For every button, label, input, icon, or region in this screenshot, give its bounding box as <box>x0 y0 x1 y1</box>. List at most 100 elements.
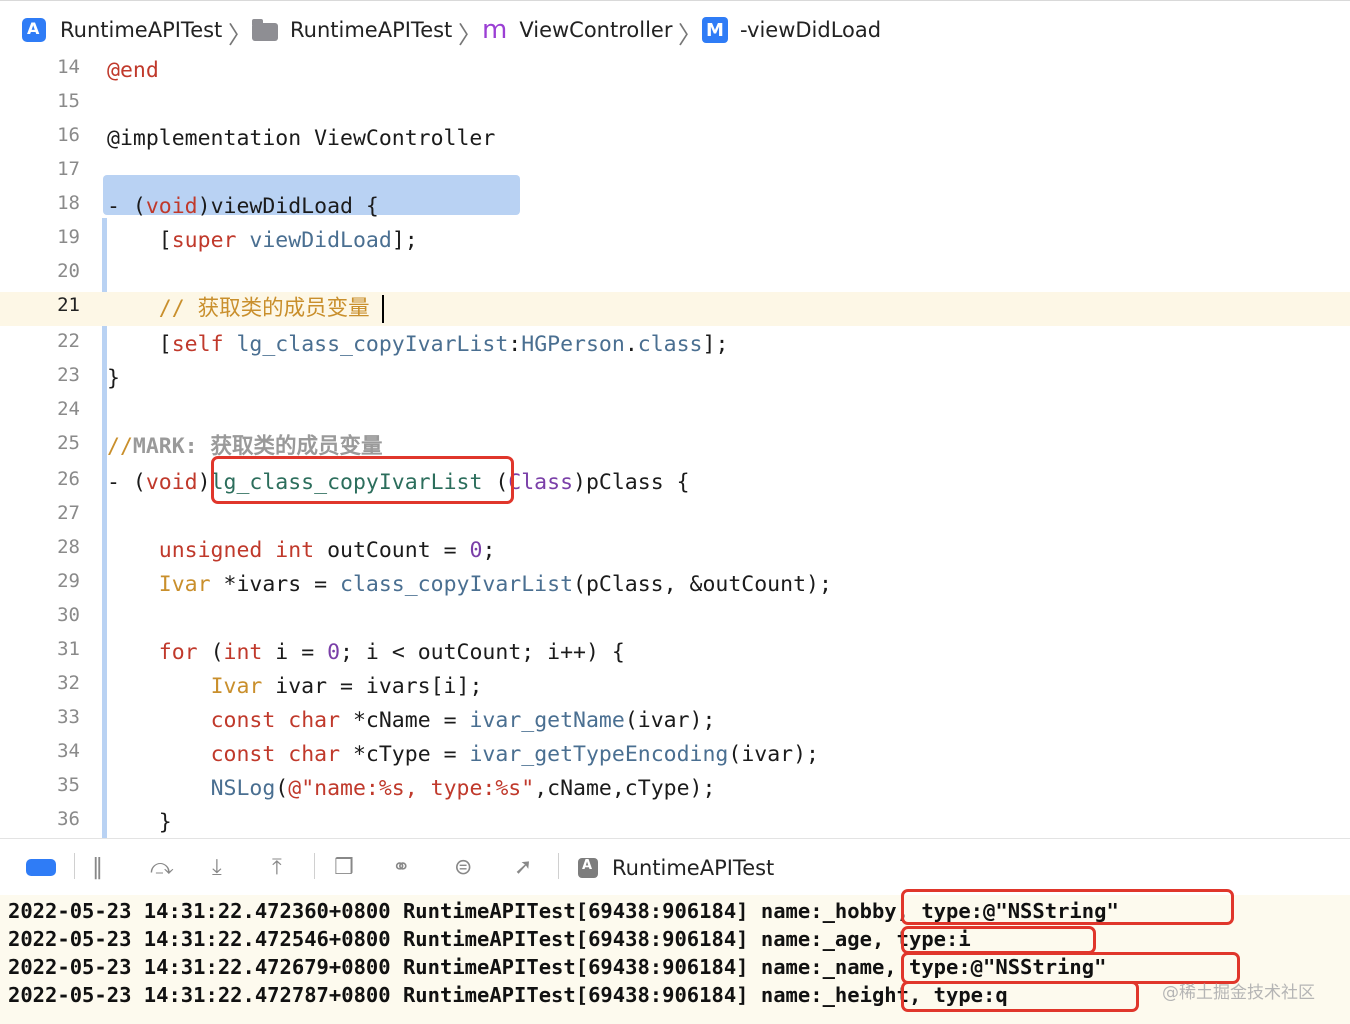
code-token: ; i < outCount; i++) { <box>340 640 625 665</box>
log-prefix: 2022-05-23 14:31:22.472679+0800 RuntimeA… <box>8 955 823 979</box>
view-hierarchy-icon[interactable]: ❒ <box>334 855 354 880</box>
watermark: @稀土掘金技术社区 <box>1162 983 1315 1003</box>
code-token: ivar_getTypeEncoding <box>469 742 729 767</box>
line-number: 32 <box>57 672 80 694</box>
code-line[interactable]: 35 NSLog(@"name:%s, type:%s",cName,cType… <box>0 772 1350 806</box>
code-token: NSLog <box>210 776 276 801</box>
code-line[interactable]: 24 <box>0 396 1350 430</box>
code-text: unsigned int outCount = 0; <box>107 534 496 568</box>
log-prefix: 2022-05-23 14:31:22.472787+0800 RuntimeA… <box>8 983 823 1007</box>
code-line[interactable]: 29 Ivar *ivars = class_copyIvarList(pCla… <box>0 568 1350 602</box>
step-into-icon[interactable]: ⤓ <box>212 855 222 880</box>
line-number: 19 <box>57 226 80 248</box>
code-token: void <box>145 194 198 219</box>
step-over-icon[interactable]: ⤼ <box>150 855 174 880</box>
code-line[interactable]: 30 <box>0 602 1350 636</box>
code-line[interactable]: 18 - (void)viewDidLoad { <box>0 190 1350 224</box>
memory-graph-icon[interactable]: ⚭ <box>392 855 410 880</box>
code-token: void <box>145 470 198 495</box>
breadcrumb-separator: 〉 <box>458 21 482 49</box>
line-number: 15 <box>57 90 80 112</box>
code-line[interactable]: 28 unsigned int outCount = 0; <box>0 534 1350 568</box>
line-number: 27 <box>57 502 80 524</box>
process-target-label: RuntimeAPITest <box>612 856 775 880</box>
folder-icon <box>252 19 278 41</box>
breadcrumb-separator: 〉 <box>228 21 252 49</box>
code-token: Ivar <box>210 674 263 699</box>
code-line[interactable]: 33 const char *cName = ivar_getName(ivar… <box>0 704 1350 738</box>
code-token: int <box>275 538 315 563</box>
code-line[interactable]: 32 Ivar ivar = ivars[i]; <box>0 670 1350 704</box>
app-target-icon <box>22 18 46 42</box>
line-number: 16 <box>57 124 80 146</box>
console-log-line: 2022-05-23 14:31:22.472546+0800 RuntimeA… <box>8 925 971 953</box>
code-token: ]; <box>702 332 729 357</box>
source-editor[interactable]: 14 @end 15 16 @implementation ViewContro… <box>0 56 1350 840</box>
code-token: ( <box>275 776 289 801</box>
line-number: 23 <box>57 364 80 386</box>
code-line[interactable]: 19 [super viewDidLoad]; <box>0 224 1350 258</box>
code-line[interactable]: 16 @implementation ViewController <box>0 122 1350 156</box>
toolbar-divider <box>74 853 75 879</box>
line-number: 33 <box>57 706 80 728</box>
code-line[interactable]: 23 } <box>0 362 1350 396</box>
code-text: } <box>107 366 120 391</box>
code-token: (pClass, &outCount); <box>573 572 832 597</box>
code-token: Ivar <box>158 572 211 597</box>
code-line[interactable]: 36 } <box>0 806 1350 840</box>
code-line[interactable]: 17 <box>0 156 1350 190</box>
current-code-line[interactable]: 21 // 获取类的成员变量 <box>0 292 1350 326</box>
highlight-log-box-hobby <box>901 889 1234 925</box>
code-text: @end <box>107 58 159 83</box>
code-text: NSLog(@"name:%s, type:%s",cName,cType); <box>107 772 716 806</box>
code-token: char <box>288 742 341 767</box>
code-line[interactable]: 26 - (void)lg_class_copyIvarList (Class)… <box>0 466 1350 500</box>
text-caret <box>382 295 384 323</box>
code-line[interactable]: 25 //MARK: 获取类的成员变量 <box>0 430 1350 464</box>
pause-icon[interactable]: ‖ <box>92 855 103 880</box>
code-text: for (int i = 0; i < outCount; i++) { <box>107 636 625 670</box>
step-out-icon[interactable]: ⤒ <box>272 855 282 880</box>
code-token: )pClass { <box>573 470 690 495</box>
app-target-icon <box>578 858 598 878</box>
breadcrumb-project[interactable]: RuntimeAPITest <box>22 15 222 45</box>
code-token: super <box>171 228 237 253</box>
line-number: 21 <box>57 294 80 316</box>
code-token: @"name:%s, type:%s" <box>288 776 535 801</box>
jump-bar: RuntimeAPITest 〉 RuntimeAPITest 〉 m View… <box>0 0 1350 59</box>
code-token: Class <box>508 470 574 495</box>
code-line[interactable]: 14 @end <box>0 54 1350 88</box>
line-number: 18 <box>57 192 80 214</box>
breadcrumb-file[interactable]: m ViewController <box>482 15 672 45</box>
simulate-location-icon[interactable]: ➚ <box>514 855 532 880</box>
code-text: const char *cName = ivar_getName(ivar); <box>107 704 716 738</box>
environment-overrides-icon[interactable]: ⊜ <box>454 855 472 880</box>
code-token: [ <box>107 228 172 253</box>
breadcrumb-group[interactable]: RuntimeAPITest <box>252 15 452 45</box>
code-token: class <box>637 332 703 357</box>
breadcrumb-method[interactable]: M -viewDidLoad <box>702 15 881 45</box>
code-token: class_copyIvarList <box>340 572 574 597</box>
code-token: : <box>508 332 522 357</box>
log-prefix: 2022-05-23 14:31:22.472546+0800 RuntimeA… <box>8 927 823 951</box>
code-token: char <box>288 708 341 733</box>
line-number: 34 <box>57 740 80 762</box>
code-line[interactable]: 20 <box>0 258 1350 292</box>
code-line[interactable]: 22 [self lg_class_copyIvarList:HGPerson.… <box>0 328 1350 362</box>
code-token: int <box>223 640 263 665</box>
breakpoints-toggle-icon[interactable] <box>26 859 56 876</box>
code-token: *ivars = <box>210 572 341 597</box>
code-text: Ivar ivar = ivars[i]; <box>107 670 483 704</box>
code-line[interactable]: 27 <box>0 500 1350 534</box>
code-line[interactable]: 34 const char *cType = ivar_getTypeEncod… <box>0 738 1350 772</box>
code-line[interactable]: 31 for (int i = 0; i < outCount; i++) { <box>0 636 1350 670</box>
process-target[interactable]: RuntimeAPITest <box>578 853 774 883</box>
code-text: @implementation ViewController <box>107 126 496 151</box>
code-line[interactable]: 15 <box>0 88 1350 122</box>
code-token: ( <box>197 640 224 665</box>
breadcrumb-group-label: RuntimeAPITest <box>290 18 453 42</box>
